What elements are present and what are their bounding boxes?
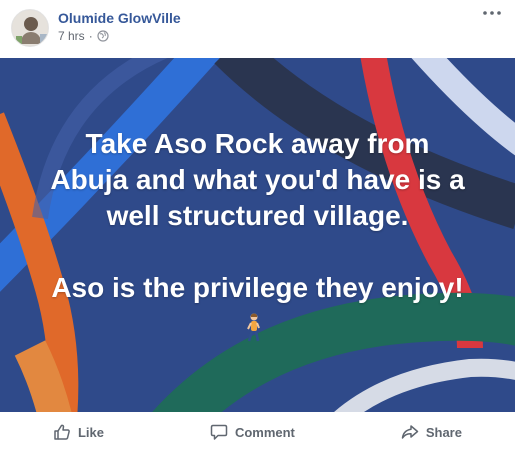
post-text-line: Take Aso Rock away from (85, 128, 430, 159)
person-walking-icon (245, 313, 263, 343)
comment-button[interactable]: Comment (210, 423, 295, 441)
post-action-bar: Like Comment Share (0, 414, 515, 450)
share-button[interactable]: Share (401, 423, 462, 441)
facebook-post: Olumide GlowVille 7 hrs · Take Aso Rock … (0, 0, 515, 450)
like-button[interactable]: Like (53, 423, 104, 441)
globe-icon[interactable] (97, 30, 109, 42)
more-options-icon[interactable] (481, 6, 503, 20)
comment-icon (210, 424, 228, 440)
post-meta: 7 hrs · (58, 29, 109, 43)
share-label: Share (425, 424, 462, 440)
comment-label: Comment (234, 424, 295, 440)
like-label: Like (77, 424, 104, 440)
meta-separator: · (88, 29, 93, 43)
post-timestamp[interactable]: 7 hrs (58, 29, 85, 43)
post-text-line: Abuja and what you'd have is a (50, 164, 465, 195)
author-avatar[interactable] (11, 9, 49, 47)
share-icon (401, 425, 419, 439)
post-text: Take Aso Rock away from Abuja and what y… (0, 126, 515, 306)
post-text-line: Aso is the privilege they enjoy! (51, 272, 464, 303)
post-header: Olumide GlowVille 7 hrs · (0, 0, 515, 56)
author-name[interactable]: Olumide GlowVille (58, 10, 181, 26)
post-background-card[interactable]: Take Aso Rock away from Abuja and what y… (0, 58, 515, 412)
post-text-line: well structured village. (106, 200, 409, 231)
avatar-image (12, 10, 48, 46)
thumbs-up-icon (54, 424, 70, 440)
